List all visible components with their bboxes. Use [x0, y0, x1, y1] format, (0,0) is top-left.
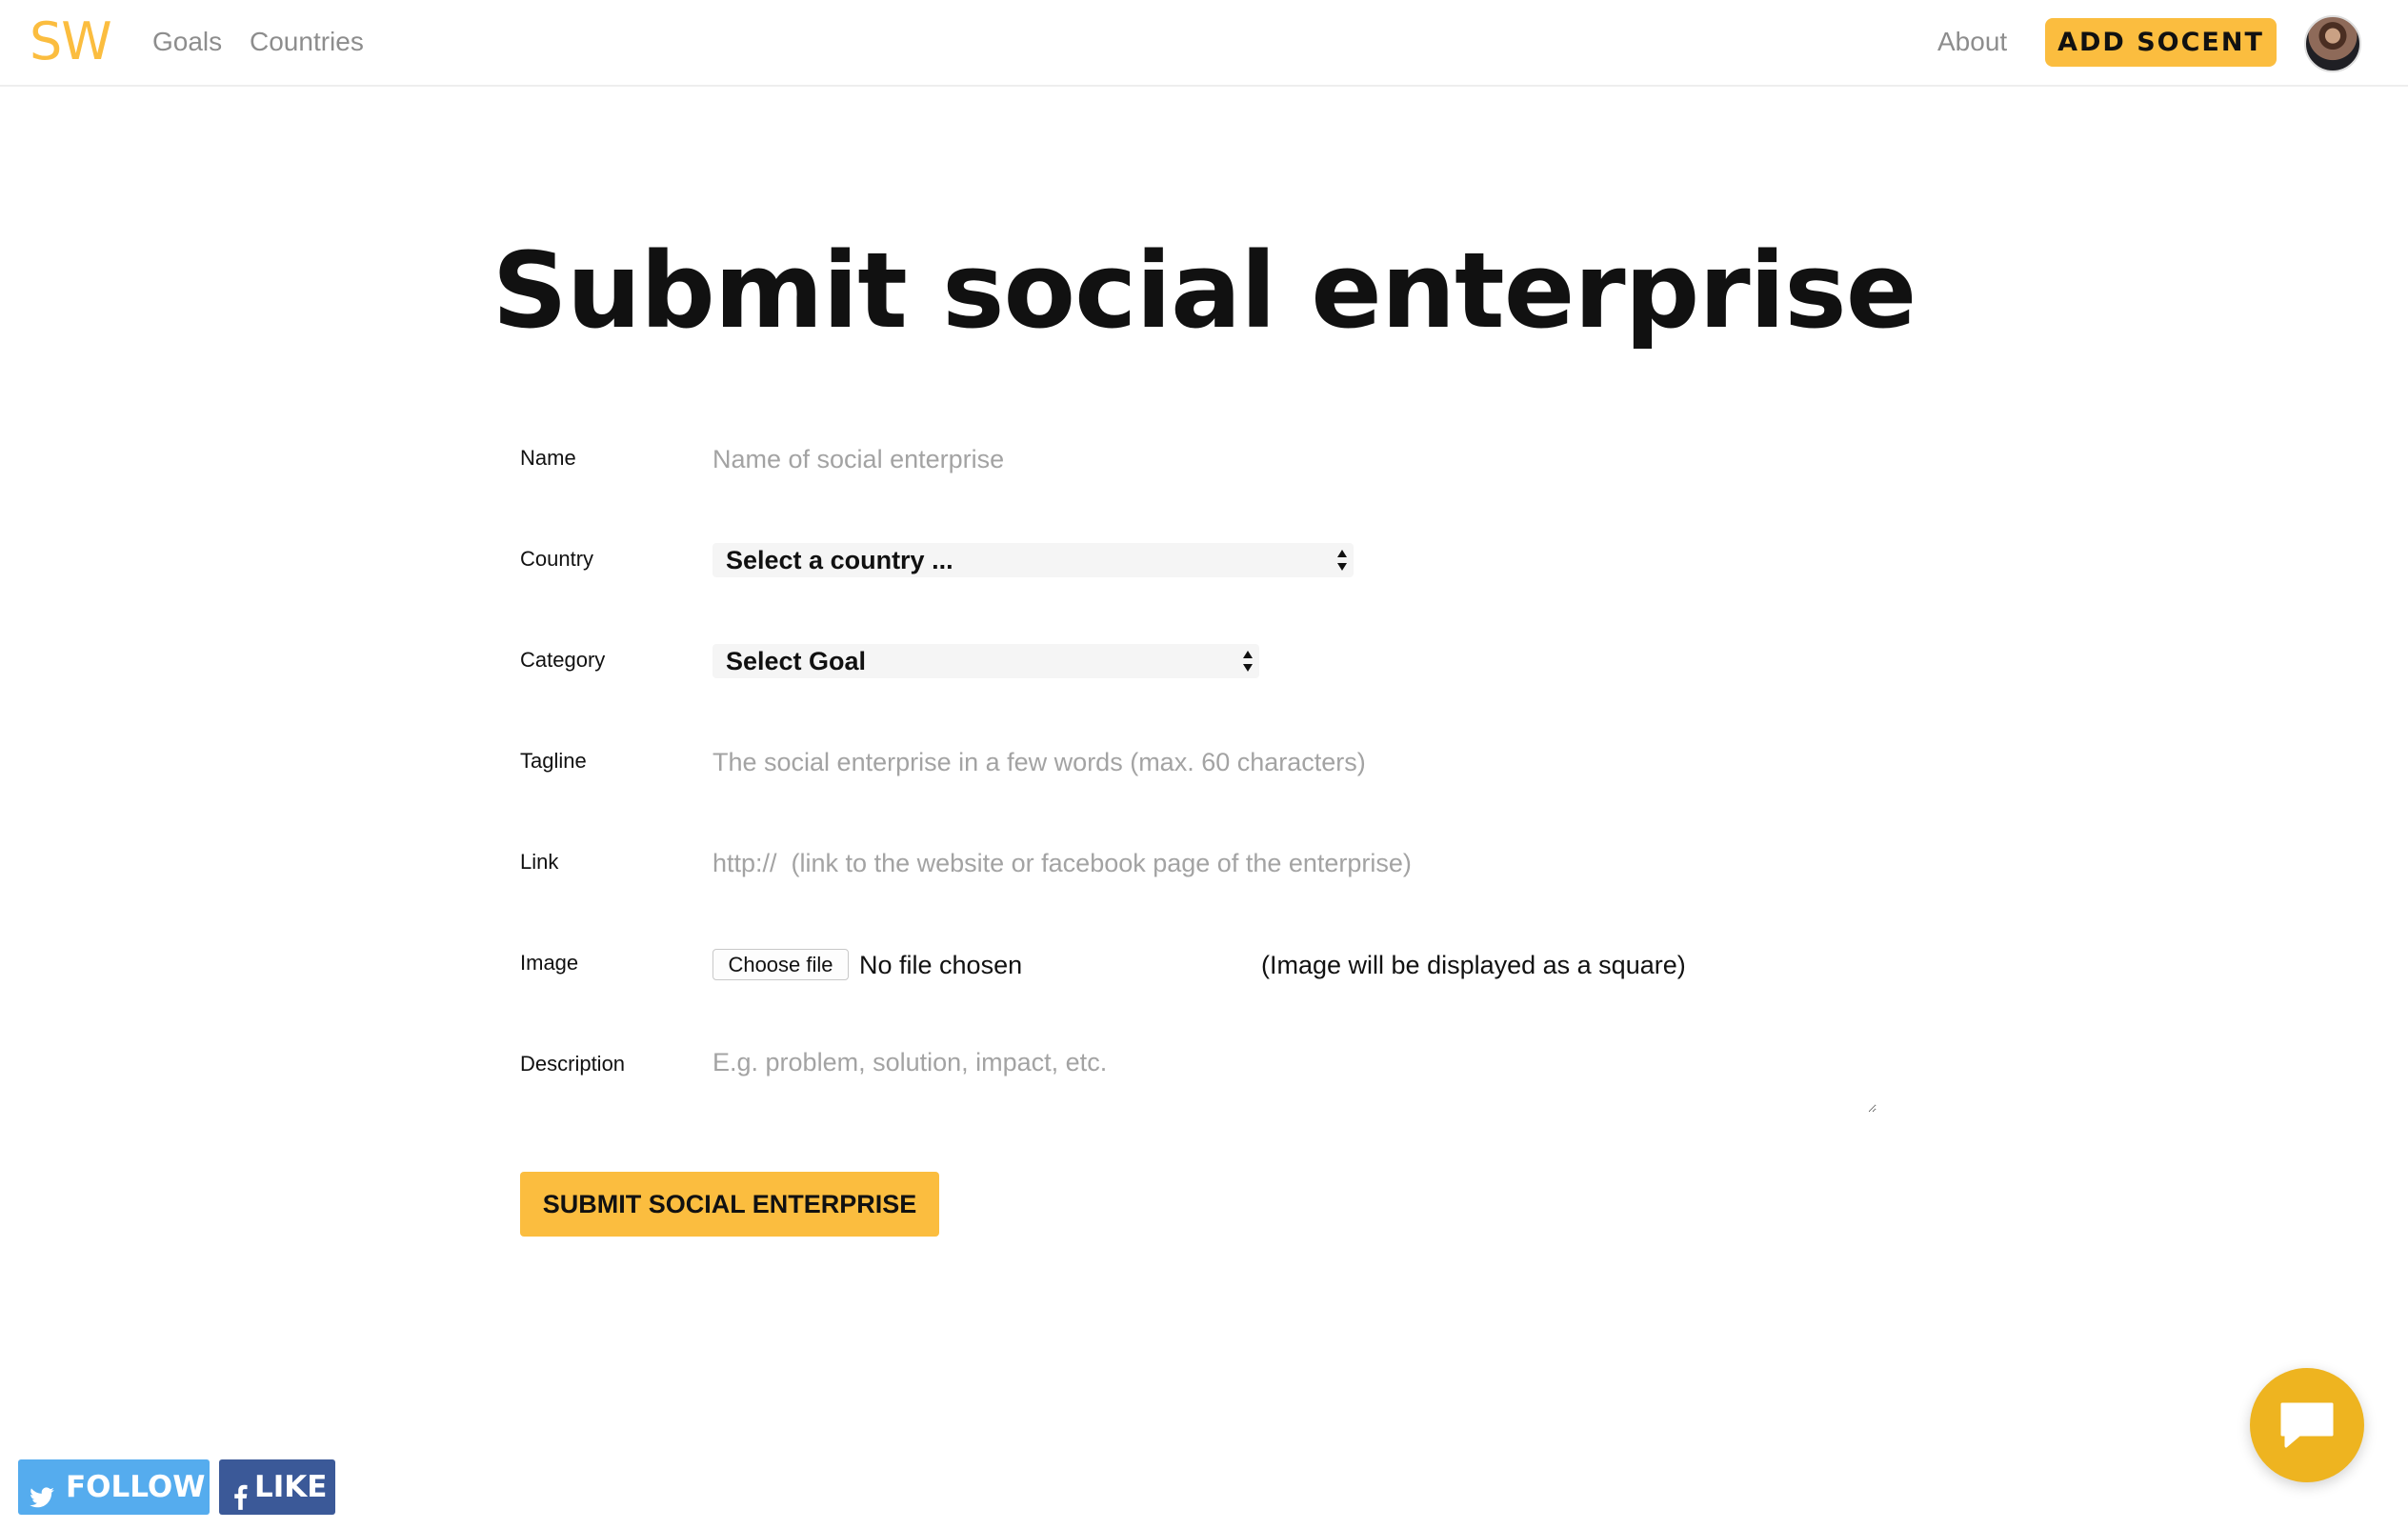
- follow-label: FOLLOW: [66, 1470, 206, 1504]
- twitter-icon: [29, 1474, 55, 1508]
- image-label: Image: [520, 951, 579, 975]
- name-input[interactable]: [712, 442, 1876, 476]
- nav-link-countries[interactable]: Countries: [250, 26, 364, 58]
- submit-social-enterprise-button[interactable]: SUBMIT SOCIAL ENTERPRISE: [520, 1172, 939, 1237]
- tagline-input[interactable]: [712, 745, 1876, 779]
- description-textarea[interactable]: [712, 1046, 1876, 1113]
- image-note: (Image will be displayed as a square): [1261, 951, 1686, 979]
- name-label: Name: [520, 446, 576, 470]
- file-status: No file chosen: [859, 951, 1023, 979]
- top-navbar: SW Goals Countries About ADD SOCENT: [0, 0, 2408, 87]
- facebook-icon: [228, 1474, 254, 1510]
- country-label: Country: [520, 547, 594, 571]
- select-arrows-icon: [1334, 546, 1350, 574]
- user-avatar[interactable]: [2304, 15, 2361, 72]
- link-label: Link: [520, 850, 559, 874]
- nav-link-goals[interactable]: Goals: [152, 26, 222, 58]
- country-select[interactable]: Select a country ...: [712, 543, 1354, 577]
- logo[interactable]: SW: [30, 11, 112, 72]
- twitter-follow-button[interactable]: FOLLOW: [18, 1459, 210, 1515]
- country-select-value: Select a country ...: [726, 546, 953, 574]
- category-label: Category: [520, 648, 606, 672]
- facebook-like-button[interactable]: LIKE: [219, 1459, 335, 1515]
- like-label: LIKE: [254, 1470, 328, 1504]
- link-input[interactable]: [712, 846, 1876, 880]
- select-arrows-icon: [1240, 647, 1255, 675]
- add-socent-button[interactable]: ADD SOCENT: [2045, 18, 2277, 67]
- page-title: Submit social enterprise: [492, 230, 1917, 352]
- choose-file-button[interactable]: Choose file: [712, 949, 849, 980]
- chat-bubble-icon: [2280, 1402, 2334, 1448]
- tagline-label: Tagline: [520, 749, 587, 773]
- nav-link-about[interactable]: About: [1937, 26, 2007, 58]
- category-select[interactable]: Select Goal: [712, 644, 1259, 678]
- description-label: Description: [520, 1052, 626, 1076]
- chat-launcher-button[interactable]: [2250, 1368, 2364, 1482]
- category-select-value: Select Goal: [726, 647, 867, 675]
